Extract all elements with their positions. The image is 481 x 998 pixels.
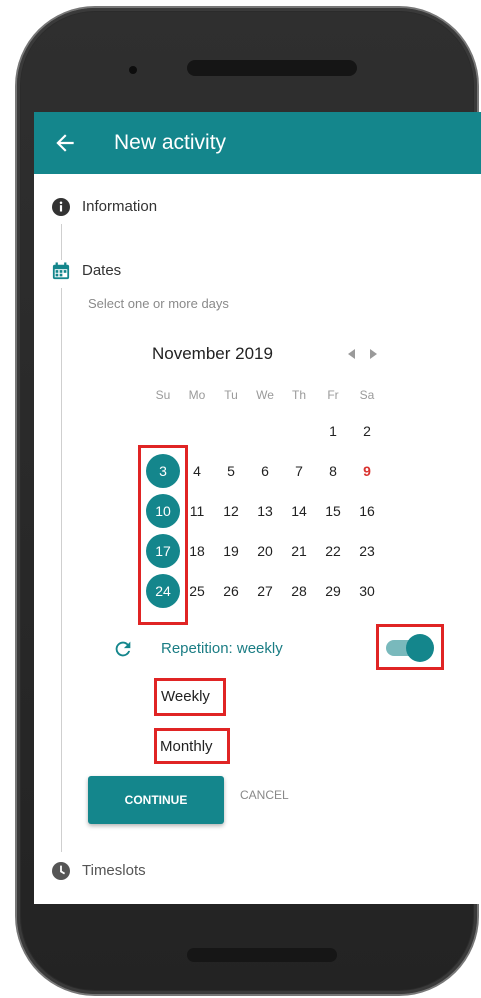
calendar-day[interactable]: 2 [350, 414, 384, 448]
step-timeslots[interactable]: Timeslots [82, 862, 146, 879]
calendar-day[interactable]: 6 [248, 454, 282, 488]
camera-icon [129, 66, 137, 74]
weekday-saturday: Sa [359, 388, 375, 402]
prev-month-icon[interactable] [348, 349, 355, 359]
calendar-day[interactable]: 1 [316, 414, 350, 448]
screen: New activity Information Dates Select on… [34, 112, 481, 904]
info-icon [52, 198, 70, 216]
calendar-day[interactable]: 16 [350, 494, 384, 528]
step-dates[interactable]: Dates [82, 262, 121, 279]
weekday-wednesday: We [256, 388, 274, 402]
weekday-thursday: Th [291, 388, 306, 402]
back-arrow-icon[interactable] [52, 130, 78, 156]
calendar-day[interactable]: 23 [350, 534, 384, 568]
weekday-sunday: Su [155, 388, 171, 402]
monthly-highlight [154, 728, 230, 764]
step-connector [61, 288, 62, 852]
calendar-day[interactable]: 21 [282, 534, 316, 568]
weekday-friday: Fr [327, 388, 339, 402]
clock-icon [52, 862, 70, 880]
calendar-day[interactable]: 7 [282, 454, 316, 488]
calendar-day[interactable]: 27 [248, 574, 282, 608]
calendar-day[interactable]: 26 [214, 574, 248, 608]
calendar-day[interactable]: 8 [316, 454, 350, 488]
calendar-day[interactable]: 15 [316, 494, 350, 528]
home-bar[interactable] [187, 948, 337, 962]
continue-button[interactable]: CONTINUE [88, 776, 224, 824]
step-information[interactable]: Information [82, 198, 157, 215]
calendar-day[interactable]: 19 [214, 534, 248, 568]
weekly-highlight [154, 678, 226, 716]
weekday-monday: Mo [188, 388, 206, 402]
speaker-grille [187, 60, 357, 76]
weekday-tuesday: Tu [224, 388, 238, 402]
page-title: New activity [114, 131, 227, 154]
repeat-icon[interactable] [112, 638, 134, 660]
repetition-label: Repetition: weekly [161, 640, 283, 657]
step-connector [61, 224, 62, 260]
dates-hint: Select one or more days [88, 296, 229, 311]
calendar-day[interactable]: 30 [350, 574, 384, 608]
calendar-icon [52, 262, 70, 280]
app-bar: New activity [34, 112, 481, 174]
calendar-day[interactable]: 12 [214, 494, 248, 528]
calendar-day[interactable]: 5 [214, 454, 248, 488]
calendar-day[interactable]: 28 [282, 574, 316, 608]
calendar-day[interactable]: 20 [248, 534, 282, 568]
calendar-day[interactable]: 22 [316, 534, 350, 568]
cancel-button[interactable]: CANCEL [240, 788, 289, 802]
calendar-day[interactable]: 14 [282, 494, 316, 528]
sundays-highlight [138, 445, 188, 625]
calendar-day[interactable]: 13 [248, 494, 282, 528]
calendar-month: November 2019 [152, 344, 273, 363]
toggle-highlight [376, 624, 444, 670]
calendar-day-today[interactable]: 9 [350, 454, 384, 488]
calendar-day[interactable]: 29 [316, 574, 350, 608]
next-month-icon[interactable] [370, 349, 377, 359]
